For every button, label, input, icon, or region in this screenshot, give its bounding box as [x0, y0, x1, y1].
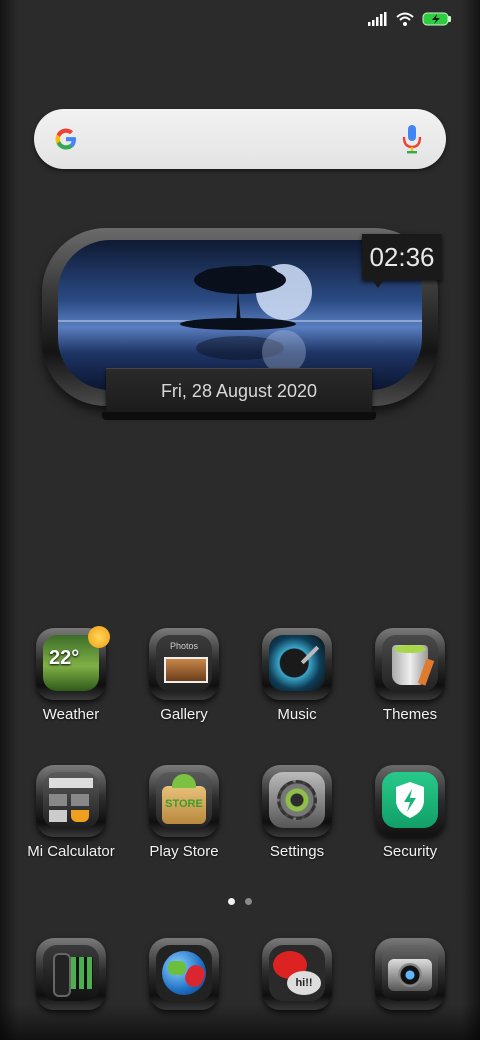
- search-bar[interactable]: [34, 109, 446, 169]
- battery-charging-icon: [422, 12, 451, 26]
- app-label: Weather: [42, 706, 100, 723]
- turntable-arm-icon: [300, 645, 320, 665]
- dock-browser[interactable]: [128, 938, 240, 1010]
- app-themes[interactable]: Themes: [354, 628, 466, 723]
- calc-key-icon: [71, 810, 89, 822]
- calc-key-icon: [49, 794, 67, 806]
- gallery-icon: Photos: [149, 628, 219, 700]
- app-mi-calculator[interactable]: Mi Calculator: [15, 765, 127, 860]
- browser-app-icon: [149, 938, 219, 1010]
- status-bar: [368, 12, 452, 26]
- app-gallery[interactable]: Photos Gallery: [128, 628, 240, 723]
- messaging-app-icon: hi!!: [262, 938, 332, 1010]
- app-weather[interactable]: 22° Weather: [15, 626, 127, 723]
- calc-key-icon: [49, 810, 67, 822]
- android-head-icon: [172, 774, 196, 788]
- calculator-icon: [36, 765, 106, 837]
- dock-phone[interactable]: [15, 938, 127, 1010]
- mic-icon[interactable]: [402, 123, 422, 155]
- app-label: Settings: [269, 843, 325, 860]
- dock-camera[interactable]: [354, 938, 466, 1010]
- date-plate-base: [102, 412, 376, 420]
- app-label: Music: [277, 706, 317, 723]
- play-store-icon: STORE: [149, 765, 219, 837]
- store-badge-text: STORE: [165, 798, 203, 810]
- paint-icon: [394, 645, 426, 653]
- handset-icon: [53, 953, 71, 997]
- wifi-icon: [396, 12, 414, 26]
- weather-icon: 22°: [36, 626, 110, 700]
- music-icon: [262, 628, 332, 700]
- clock-widget[interactable]: 02:36 Fri, 28 August 2020: [42, 228, 442, 424]
- shield-icon: [396, 782, 424, 818]
- app-label: Gallery: [160, 706, 208, 723]
- photo-stack-icon: [164, 657, 208, 683]
- settings-icon: [262, 765, 332, 837]
- calculator-display-icon: [49, 778, 93, 788]
- weather-temperature: 22°: [49, 647, 80, 669]
- phone-app-icon: [36, 938, 106, 1010]
- app-settings[interactable]: Settings: [241, 765, 353, 860]
- app-label: Security: [382, 843, 438, 860]
- gear-icon: [277, 780, 317, 820]
- hi-bubble-text: hi!!: [287, 971, 321, 995]
- security-icon: [375, 765, 445, 837]
- gallery-badge-text: Photos: [169, 641, 199, 651]
- camera-lens-icon: [398, 963, 422, 987]
- signal-icon: [368, 12, 387, 26]
- app-label: Mi Calculator: [27, 843, 115, 860]
- app-play-store[interactable]: STORE Play Store: [128, 765, 240, 860]
- camera-app-icon: [375, 938, 445, 1010]
- keypad-icon: [71, 957, 93, 989]
- app-music[interactable]: Music: [241, 628, 353, 723]
- page-dot-active[interactable]: [228, 898, 235, 905]
- page-dot[interactable]: [245, 898, 252, 905]
- google-logo-icon: [55, 128, 76, 150]
- calc-key-icon: [71, 794, 89, 806]
- app-security[interactable]: Security: [354, 765, 466, 860]
- page-indicator[interactable]: [0, 898, 480, 905]
- themes-icon: [375, 628, 445, 700]
- continent-icon: [168, 961, 186, 975]
- app-label: Themes: [382, 706, 438, 723]
- dock-messaging[interactable]: hi!!: [241, 938, 353, 1010]
- sun-icon: [88, 626, 110, 648]
- clock-date: Fri, 28 August 2020: [106, 368, 372, 413]
- clock-time: 02:36: [362, 234, 442, 288]
- app-label: Play Store: [149, 843, 219, 860]
